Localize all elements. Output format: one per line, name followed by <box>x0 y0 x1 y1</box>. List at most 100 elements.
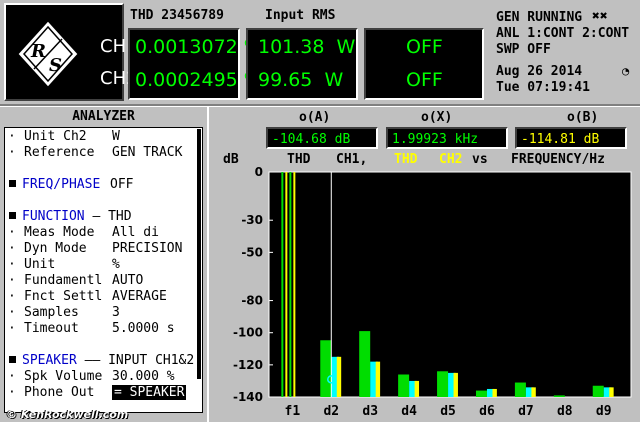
row-bullet: · <box>8 289 16 304</box>
ch1-bar <box>592 385 604 397</box>
ch1-thd-value: 0.0013072 % <box>135 36 262 58</box>
setting-label: Unit Ch2 <box>24 129 87 144</box>
x-tick-label: d4 <box>401 404 417 419</box>
setting-label: Spk Volume <box>24 369 103 384</box>
svg-text:S: S <box>49 55 62 76</box>
y-tick-label: -140 <box>233 390 263 404</box>
thd-header: THD 23456789 <box>130 8 224 23</box>
setting-value: 3 <box>112 305 120 320</box>
row-bullet: · <box>8 257 16 272</box>
x-tick-label: d8 <box>557 404 573 419</box>
section-marker-icon <box>9 212 16 219</box>
fundamental-bar-line <box>293 172 296 397</box>
setting-label: Fnct Settl <box>24 289 103 304</box>
y-tick-label: -50 <box>241 245 263 259</box>
setting-label: Meas Mode <box>24 225 95 240</box>
section-marker-icon <box>9 180 16 187</box>
setting-value: 5.0000 s <box>112 321 175 336</box>
analyzer-title: ANALYZER <box>72 109 135 124</box>
rms-readout: 101.38 W 99.65 W <box>246 28 358 100</box>
ch2-thd-value: 0.0002495 % <box>135 69 262 91</box>
setting-speaker[interactable]: SPEAKER —— INPUT CH1&2 <box>8 353 194 368</box>
time-display: Tue 07:19:41 <box>496 80 590 95</box>
setting-label: Phone Out <box>24 385 95 400</box>
ch1-bar <box>475 390 487 397</box>
rms-header: Input RMS <box>265 8 336 23</box>
setting-value: W <box>112 129 120 144</box>
fundamental-bar-line <box>289 172 292 397</box>
ch2-bar-edge <box>375 361 381 397</box>
y-tick-label: -80 <box>241 294 263 308</box>
row-bullet: · <box>8 305 16 320</box>
setting-label: Reference <box>24 145 95 160</box>
ch1-bar <box>437 371 449 397</box>
row-bullet: · <box>8 273 16 288</box>
setting-value-selected[interactable]: = SPEAKER <box>112 385 187 400</box>
row-bullet: · <box>8 369 16 384</box>
setting-value: % <box>112 257 120 272</box>
y-tick-label: -100 <box>233 326 263 340</box>
y-tick-label: 0 <box>255 165 263 179</box>
row-bullet: · <box>8 321 16 336</box>
ch2-bar-edge <box>336 356 342 397</box>
setting-function[interactable]: FUNCTION – THD <box>8 209 132 224</box>
ch2-bar-edge <box>492 388 497 397</box>
analyzer-panel: ANALYZER · Unit Ch2 W · Reference GEN TRACK … <box>0 107 207 422</box>
row-bullet: · <box>8 145 16 160</box>
setting-reference[interactable]: · Reference GEN TRACK <box>8 145 182 160</box>
date-display: Aug 26 2014 <box>496 64 583 79</box>
x-tick-label: d6 <box>479 404 495 419</box>
ch1-bar <box>514 382 526 397</box>
setting-value: THD <box>108 209 132 224</box>
section-marker-icon <box>9 356 16 363</box>
settings-scrollbar[interactable] <box>197 129 201 379</box>
setting-phone-out[interactable]: · Phone Out = SPEAKER <box>8 385 187 400</box>
gen-running-icon: ✖✖ <box>592 9 608 24</box>
ch1-bar <box>398 374 410 397</box>
row-bullet: · <box>8 225 16 240</box>
x-tick-label: f1 <box>285 404 301 419</box>
setting-dyn-mode[interactable]: · Dyn Mode PRECISION <box>8 241 182 256</box>
setting-samples[interactable]: · Samples 3 <box>8 305 120 320</box>
setting-value: AUTO <box>112 273 144 288</box>
ch2-bar-edge <box>609 387 614 397</box>
ch1-third-value: OFF <box>406 36 443 58</box>
svg-text:R: R <box>30 41 46 62</box>
setting-fnct-settl[interactable]: · Fnct Settl AVERAGE <box>8 289 167 304</box>
setting-label: Unit <box>24 257 56 272</box>
rs-logo-frame: R S CH1 CH2 <box>4 3 138 101</box>
ch2-rms-value: 99.65 W <box>258 69 344 91</box>
ch2-bar-edge <box>414 380 420 397</box>
setting-value: All di <box>112 225 159 240</box>
setting-value: 30.000 % <box>112 369 175 384</box>
watermark-text: © KenRockwell.com <box>6 408 129 421</box>
third-readout: OFF OFF <box>364 28 484 100</box>
setting-unit-ch2[interactable]: · Unit Ch2 W <box>8 129 120 144</box>
setting-fundamental[interactable]: · Fundamentl AUTO <box>8 273 143 288</box>
rohde-schwarz-logo-icon: R S <box>17 20 79 88</box>
x-tick-label: d3 <box>362 404 378 419</box>
row-bullet: · <box>8 385 16 400</box>
row-bullet: · <box>8 129 16 144</box>
ch1-bar <box>359 331 371 397</box>
setting-unit[interactable]: · Unit% <box>8 257 120 272</box>
analyzer-settings-list[interactable]: · Unit Ch2 W · Reference GEN TRACK FREQ/PHAS… <box>4 127 203 413</box>
status-panel: R S CH1 CH2 THD 23456789 Input RMS 0.001… <box>0 0 640 106</box>
setting-timeout[interactable]: · Timeout 5.0000 s <box>8 321 175 336</box>
setting-freq-phase[interactable]: FREQ/PHASE OFF <box>8 177 133 192</box>
ch2-bar-edge <box>453 372 458 397</box>
fundamental-bar-line <box>285 172 288 397</box>
ch1-bar <box>320 340 332 397</box>
setting-label: FREQ/PHASE <box>22 177 101 192</box>
setting-spk-volume[interactable]: · Spk Volume 30.000 % <box>8 369 175 384</box>
graph-panel: o(A) o(X) o(B) -104.68 dB 1.99923 kHz -1… <box>209 107 640 422</box>
clock-icon: ◔ <box>622 64 630 78</box>
setting-meas-mode[interactable]: · Meas Mode All di <box>8 225 159 240</box>
gen-status: GEN RUNNING <box>496 10 583 25</box>
harmonics-bar-chart[interactable]: 0 -30 -50 -80 -100 -120 -140 f1 d2 d3 d4 d5 d6 d7 d8 d9 <box>209 107 640 422</box>
setting-label: FUNCTION <box>22 209 85 224</box>
setting-value: INPUT CH1&2 <box>108 353 195 368</box>
x-tick-label: d9 <box>596 404 612 419</box>
ch1-rms-value: 101.38 W <box>258 36 356 58</box>
setting-value: AVERAGE <box>112 289 167 304</box>
